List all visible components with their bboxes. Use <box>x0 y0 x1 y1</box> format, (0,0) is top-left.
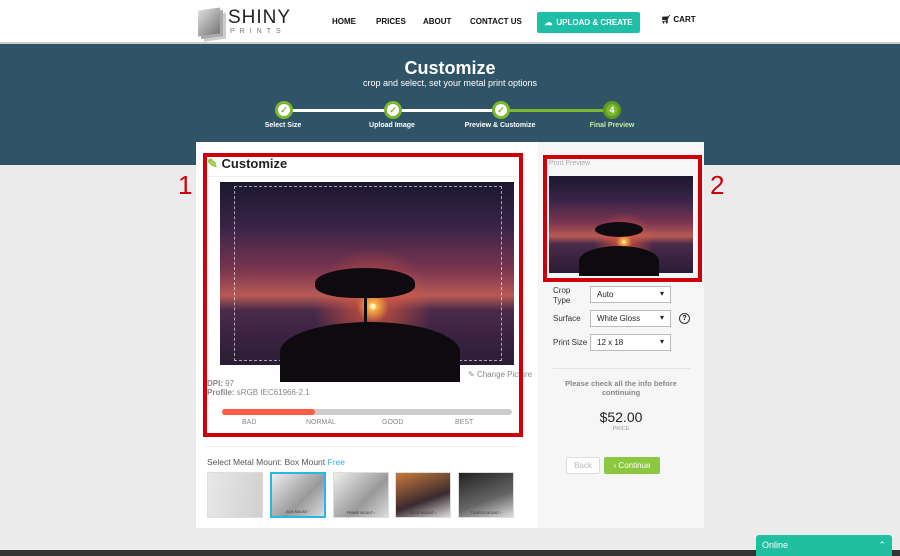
logo-subtext: PRINTS <box>230 28 286 35</box>
print-size-select[interactable]: 12 x 18 <box>590 334 671 351</box>
mount-label: Select Metal Mount: <box>207 457 283 467</box>
progress-line-current <box>501 109 613 112</box>
annotation-label-2: 2 <box>710 170 725 200</box>
logo-text: SHINY <box>228 7 292 28</box>
mount-heading: Select Metal Mount: Box Mount Free <box>207 457 345 467</box>
mount-option-edge[interactable]: EDGE MOUNT › <box>395 472 451 518</box>
chat-label: Online <box>762 540 789 550</box>
mount-option-flat[interactable] <box>207 472 263 518</box>
logo[interactable]: SHINY PRINTS <box>198 7 290 37</box>
crop-type-label: Crop Type <box>553 286 571 305</box>
step-3-label: Preview & Customize <box>464 122 536 129</box>
page-subtitle: crop and select, set your metal print op… <box>362 78 538 88</box>
nav-contact[interactable]: CONTACT US <box>470 17 522 26</box>
step-2-label: Upload Image <box>369 122 415 129</box>
surface-select[interactable]: White Gloss <box>590 310 671 327</box>
annotation-box-2 <box>543 155 702 282</box>
check-info-notice: Please check all the info before continu… <box>565 379 677 397</box>
online-chat-widget[interactable]: Online ⌃ <box>756 535 892 556</box>
chevron-up-icon: ⌃ <box>878 540 886 550</box>
upload-create-button[interactable]: ☁ UPLOAD & CREATE <box>537 12 640 33</box>
cart-label: CART <box>673 15 696 24</box>
crop-type-select[interactable]: Auto <box>590 286 671 303</box>
annotation-box-1 <box>203 153 523 437</box>
print-size-label: Print Size <box>553 338 588 347</box>
help-icon[interactable]: ? <box>679 313 690 324</box>
back-button[interactable]: Back <box>566 457 600 474</box>
step-1-label: Select Size <box>264 122 302 129</box>
price-value: $52.00 <box>599 409 643 425</box>
step-4-current: 4 <box>603 101 621 119</box>
mount-option-frame[interactable]: FRAME MOUNT › <box>333 472 389 518</box>
nav-home[interactable]: HOME <box>332 17 356 26</box>
mount-option-tuxedo[interactable]: TUXEDO MOUNT › <box>458 472 514 518</box>
mount-price: Free <box>327 457 345 467</box>
divider <box>553 368 690 369</box>
divider <box>206 446 516 447</box>
step-1-check: ✓ <box>275 101 293 119</box>
continue-button[interactable]: › Continue <box>604 457 660 474</box>
continue-label: Continue <box>618 461 651 470</box>
surface-label: Surface <box>553 314 581 323</box>
page-title: Customize <box>404 58 496 78</box>
cloud-upload-icon: ☁ <box>544 18 553 27</box>
step-3-check: ✓ <box>492 101 510 119</box>
mount-option-box[interactable]: BOX MOUNT › <box>270 472 326 518</box>
upload-label: UPLOAD & CREATE <box>556 18 633 27</box>
nav-about[interactable]: ABOUT <box>423 17 451 26</box>
annotation-label-1: 1 <box>178 170 193 200</box>
nav-prices[interactable]: PRICES <box>376 17 406 26</box>
cart-link[interactable]: 🛒︎ CART <box>661 15 696 24</box>
step-2-check: ✓ <box>384 101 402 119</box>
mount-selected: Box Mount <box>284 457 326 467</box>
site-header: SHINY PRINTS HOME PRICES ABOUT CONTACT US… <box>0 0 900 44</box>
step-4-label: Final Preview <box>589 122 635 129</box>
price-label: PRICE <box>612 426 630 432</box>
cart-icon: 🛒︎ <box>661 15 672 24</box>
